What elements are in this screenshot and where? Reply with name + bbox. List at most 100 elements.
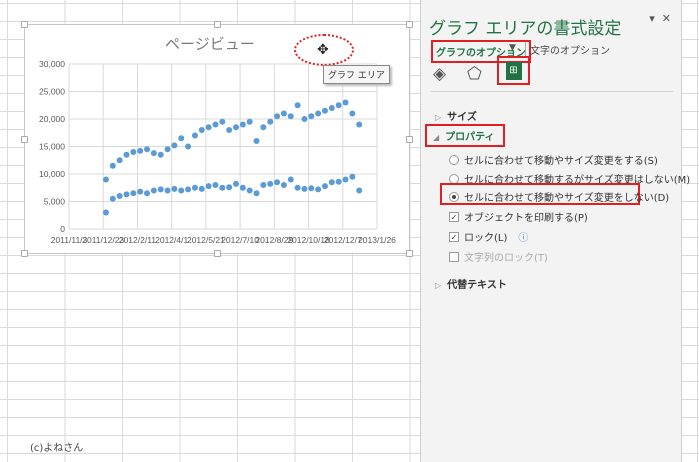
x-tick-label: 2012/7/10 xyxy=(221,235,259,245)
data-point xyxy=(123,191,130,198)
data-point xyxy=(171,185,178,192)
data-point xyxy=(212,121,219,128)
data-point xyxy=(260,124,267,131)
data-point xyxy=(205,124,212,131)
y-tick-label: 30,000 xyxy=(39,59,65,69)
checkbox-lock[interactable]: ✓ ロック(L) ⓘ xyxy=(449,229,528,244)
data-point xyxy=(164,146,171,153)
data-point xyxy=(185,186,192,193)
data-point xyxy=(150,187,157,194)
data-point xyxy=(226,184,233,191)
data-point xyxy=(109,162,116,169)
radio-label: セルに合わせて移動やサイズ変更をする(S) xyxy=(464,156,658,167)
data-point xyxy=(321,183,328,190)
chart-title[interactable]: ページビュー xyxy=(165,33,255,54)
x-tick-label: 2013/1/26 xyxy=(358,235,396,245)
pane-menu-icon[interactable]: ▾ xyxy=(649,12,655,25)
chart-area[interactable]: 30,000 25,000 20,000 15,000 10,000 5,000 0 2011… xyxy=(21,21,413,257)
data-point xyxy=(315,110,322,117)
data-point xyxy=(191,132,198,139)
data-point xyxy=(335,102,342,109)
chevron-down-icon[interactable]: ▼ xyxy=(509,43,516,53)
tab-text-options[interactable]: 文字のオプション xyxy=(525,42,610,57)
data-point xyxy=(287,176,294,183)
data-point xyxy=(335,178,342,185)
data-point xyxy=(198,127,205,133)
size-properties-icon[interactable]: ⊞ xyxy=(497,56,530,85)
checkbox-label: オブジェクトを印刷する(P) xyxy=(464,213,588,224)
data-point xyxy=(205,183,212,190)
data-point xyxy=(233,124,240,131)
data-point xyxy=(185,143,192,150)
radio[interactable] xyxy=(449,154,459,165)
section-alt-text[interactable]: ▷ 代替テキスト xyxy=(435,276,507,291)
data-point xyxy=(321,107,328,114)
radio-no-move[interactable]: セルに合わせて移動やサイズ変更をしない(D) xyxy=(449,189,669,204)
data-point xyxy=(239,184,246,191)
fill-line-icon[interactable]: ◈ xyxy=(433,64,446,84)
checkbox-print-object[interactable]: ✓ オブジェクトを印刷する(P) xyxy=(449,209,588,224)
radio-move-resize[interactable]: セルに合わせて移動やサイズ変更をする(S) xyxy=(449,152,658,167)
data-point xyxy=(144,190,151,197)
data-point xyxy=(328,105,335,111)
expand-icon: ▷ xyxy=(435,113,442,122)
info-icon[interactable]: ⓘ xyxy=(518,229,528,244)
x-tick-label: 2012/5/21 xyxy=(187,235,225,245)
effects-pentagon-icon[interactable]: ⬠ xyxy=(467,64,482,84)
data-point xyxy=(280,182,287,188)
x-tick-label: 2012/4/1 xyxy=(155,235,188,245)
data-point xyxy=(356,121,363,128)
radio[interactable] xyxy=(449,191,459,202)
data-point xyxy=(274,179,281,186)
data-point xyxy=(294,102,301,109)
checkbox xyxy=(449,251,459,262)
data-point xyxy=(301,116,308,122)
data-point xyxy=(123,151,130,158)
data-point xyxy=(287,113,294,120)
data-point xyxy=(253,190,260,197)
section-label: 代替テキスト xyxy=(447,280,507,291)
section-properties[interactable]: ◢ プロパティ xyxy=(425,124,505,147)
format-pane: グラフ エリアの書式設定 ▾ ✕ グラフのオプション ▼ 文字のオプション ◈ … xyxy=(420,0,690,462)
data-point xyxy=(212,182,219,188)
checkbox-label: 文字列のロック(T) xyxy=(464,253,548,264)
checkbox[interactable]: ✓ xyxy=(449,211,459,222)
checkbox-label: ロック(L) xyxy=(464,233,508,244)
data-point xyxy=(274,113,281,120)
expand-icon: ▷ xyxy=(435,281,442,290)
y-tick-label: 0 xyxy=(60,224,65,234)
credit-text: (c)よねさん xyxy=(30,443,84,454)
y-tick-label: 20,000 xyxy=(39,114,65,124)
data-point xyxy=(280,110,287,117)
section-label: プロパティ xyxy=(445,132,495,143)
checkbox-lock-text: 文字列のロック(T) xyxy=(449,249,548,264)
scatter-plot: 30,00025,00020,00015,00010,0005,00002011… xyxy=(39,59,396,245)
data-point xyxy=(315,186,322,193)
data-point xyxy=(294,184,301,191)
data-point xyxy=(267,118,274,125)
move-cursor-icon: ✥ xyxy=(317,42,329,58)
data-point xyxy=(267,180,274,187)
section-label: サイズ xyxy=(447,112,477,123)
y-tick-label: 10,000 xyxy=(39,169,65,179)
checkbox[interactable]: ✓ xyxy=(449,231,459,242)
radio[interactable] xyxy=(449,173,459,184)
data-point xyxy=(246,187,253,194)
data-point xyxy=(157,186,164,193)
divider xyxy=(431,91,673,92)
data-point xyxy=(233,180,240,187)
data-point xyxy=(219,118,226,125)
data-point xyxy=(253,138,260,144)
x-tick-label: 2012/12/7 xyxy=(324,235,362,245)
close-icon[interactable]: ✕ xyxy=(662,12,671,25)
data-point xyxy=(144,146,151,153)
data-point xyxy=(102,209,109,216)
data-point xyxy=(301,185,308,192)
data-point xyxy=(178,187,185,194)
section-size[interactable]: ▷ サイズ xyxy=(435,108,477,123)
data-point xyxy=(102,176,109,183)
data-point xyxy=(130,190,137,197)
data-point xyxy=(308,185,315,192)
data-point xyxy=(198,185,205,192)
data-point xyxy=(226,127,233,133)
